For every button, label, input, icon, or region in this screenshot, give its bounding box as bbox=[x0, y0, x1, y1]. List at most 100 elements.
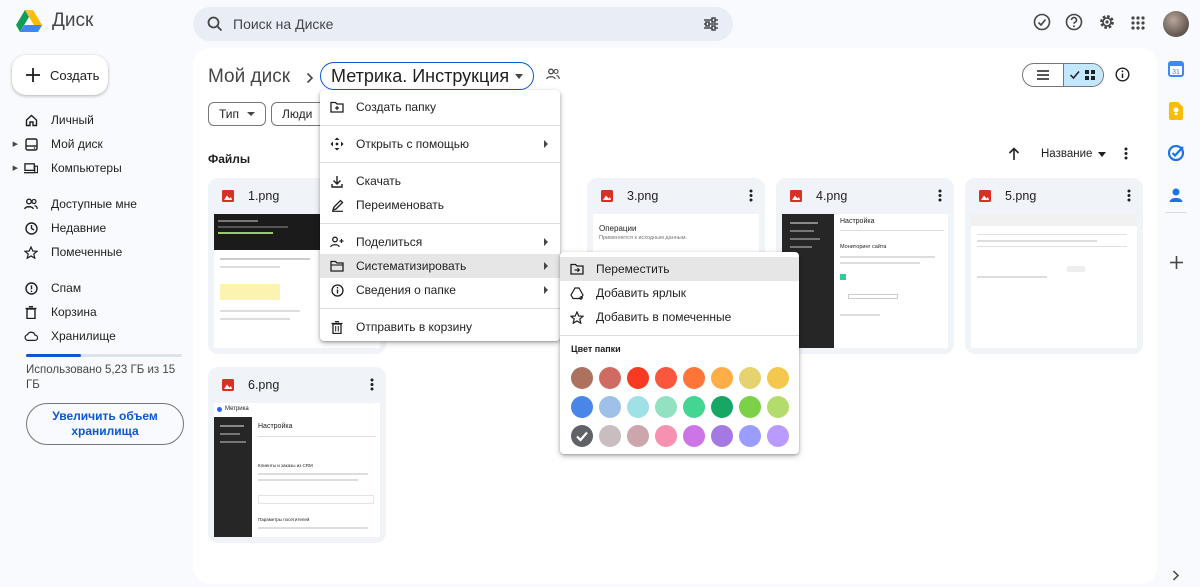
folder-color-swatch[interactable] bbox=[571, 425, 593, 447]
menu-divider bbox=[320, 223, 560, 224]
contacts-addon-icon[interactable] bbox=[1165, 184, 1187, 206]
folder-color-swatch[interactable] bbox=[683, 367, 705, 389]
menu-item-label: Сведения о папке bbox=[356, 283, 456, 297]
folder-color-swatch[interactable] bbox=[599, 425, 621, 447]
folder-color-swatch[interactable] bbox=[683, 396, 705, 418]
sidebar-item-starred[interactable]: Помеченные bbox=[0, 240, 192, 264]
view-toggle[interactable] bbox=[1022, 63, 1104, 87]
folder-color-swatch[interactable] bbox=[767, 367, 789, 389]
apps-grid-icon[interactable] bbox=[1131, 16, 1145, 30]
folder-color-swatch[interactable] bbox=[767, 425, 789, 447]
chevron-down-icon bbox=[1098, 151, 1107, 157]
folder-color-swatch[interactable] bbox=[739, 396, 761, 418]
sidebar-item-recent[interactable]: Недавние bbox=[0, 216, 192, 240]
sidebar-item-storage[interactable]: Хранилище bbox=[0, 324, 192, 348]
menu-item-label: Добавить в помеченные bbox=[596, 310, 732, 324]
list-view-button[interactable] bbox=[1023, 64, 1063, 86]
file-thumbnail: Метрика Настройка Клиенты и заказы из CR… bbox=[214, 403, 380, 537]
search-bar[interactable] bbox=[193, 7, 733, 41]
sidebar-item-shared[interactable]: Доступные мне bbox=[0, 192, 192, 216]
sort-label: Название bbox=[1041, 148, 1093, 160]
menu-item-move[interactable]: Переместить bbox=[560, 257, 799, 281]
upgrade-storage-button[interactable]: Увеличить объем хранилища bbox=[26, 403, 184, 445]
sidebar-item-computers[interactable]: ▶ Компьютеры bbox=[0, 156, 192, 180]
offline-ready-icon[interactable] bbox=[1033, 13, 1051, 31]
sidebar-item-label: Недавние bbox=[51, 221, 107, 235]
menu-item-add-shortcut[interactable]: Добавить ярлык bbox=[560, 281, 799, 305]
menu-item-open-with[interactable]: Открыть с помощью bbox=[320, 132, 560, 156]
folder-color-swatch[interactable] bbox=[627, 396, 649, 418]
menu-item-share[interactable]: Поделиться bbox=[320, 230, 560, 254]
folder-color-swatch[interactable] bbox=[711, 396, 733, 418]
grid-view-button[interactable] bbox=[1062, 64, 1103, 86]
menu-item-organize[interactable]: Систематизировать bbox=[320, 254, 560, 278]
folder-color-swatch[interactable] bbox=[655, 367, 677, 389]
file-card[interactable]: 4.png Настройка Мониторинг сайта bbox=[776, 178, 954, 354]
menu-item-add-to-starred[interactable]: Добавить в помеченные bbox=[560, 305, 799, 329]
menu-divider bbox=[320, 162, 560, 163]
more-options-icon[interactable] bbox=[749, 189, 753, 202]
menu-item-label: Систематизировать bbox=[356, 259, 467, 273]
expand-caret-icon[interactable]: ▶ bbox=[0, 164, 20, 172]
menu-item-move-to-trash[interactable]: Отправить в корзину bbox=[320, 315, 560, 339]
expand-caret-icon[interactable]: ▶ bbox=[0, 140, 20, 148]
drive-logo-icon bbox=[16, 10, 42, 32]
menu-item-folder-info[interactable]: Сведения о папке bbox=[320, 278, 560, 302]
folder-color-swatch[interactable] bbox=[655, 425, 677, 447]
folder-color-swatch[interactable] bbox=[767, 396, 789, 418]
drive-logo[interactable]: Диск bbox=[16, 10, 93, 32]
computer-icon bbox=[24, 162, 38, 175]
settings-gear-icon[interactable] bbox=[1098, 13, 1116, 31]
folder-color-swatch[interactable] bbox=[655, 396, 677, 418]
new-button[interactable]: Создать bbox=[12, 55, 108, 95]
folder-color-swatch[interactable] bbox=[571, 396, 593, 418]
help-icon[interactable] bbox=[1065, 13, 1083, 31]
sort-by-name-button[interactable]: Название bbox=[1041, 148, 1107, 160]
file-name: 1.png bbox=[248, 189, 280, 203]
more-options-icon[interactable] bbox=[1124, 147, 1128, 160]
sidebar-item-spam[interactable]: Спам bbox=[0, 276, 192, 300]
filter-type-chip[interactable]: Тип bbox=[208, 102, 267, 126]
folder-color-swatch[interactable] bbox=[599, 367, 621, 389]
sort-direction-arrow-icon[interactable] bbox=[1008, 147, 1020, 160]
keep-addon-icon[interactable] bbox=[1165, 100, 1187, 122]
menu-item-rename[interactable]: Переименовать bbox=[320, 193, 560, 217]
more-options-icon[interactable] bbox=[1127, 189, 1131, 202]
folder-color-swatch[interactable] bbox=[627, 425, 649, 447]
folder-color-swatch[interactable] bbox=[683, 425, 705, 447]
folder-color-swatch[interactable] bbox=[627, 367, 649, 389]
folder-color-swatch[interactable] bbox=[739, 425, 761, 447]
file-card[interactable]: 5.png bbox=[965, 178, 1143, 354]
search-options-icon[interactable] bbox=[703, 16, 719, 32]
shared-folder-icon[interactable] bbox=[546, 68, 560, 80]
folder-color-swatch[interactable] bbox=[711, 367, 733, 389]
sidebar-item-my-drive[interactable]: ▶ Мой диск bbox=[0, 132, 192, 156]
file-name: 5.png bbox=[1005, 189, 1037, 203]
folder-color-swatch[interactable] bbox=[711, 425, 733, 447]
file-card[interactable]: 6.png Метрика Настройка Клиенты и заказы… bbox=[208, 367, 386, 543]
thumbnail-subtext: Клиенты и заказы из CRM bbox=[258, 463, 313, 468]
expand-panel-chevron-icon[interactable] bbox=[1165, 564, 1187, 586]
folder-color-swatch[interactable] bbox=[599, 396, 621, 418]
folder-color-swatch[interactable] bbox=[739, 367, 761, 389]
more-options-icon[interactable] bbox=[370, 378, 374, 391]
sidebar-item-label: Доступные мне bbox=[51, 197, 137, 211]
star-icon bbox=[24, 245, 38, 259]
menu-item-new-folder[interactable]: Создать папку bbox=[320, 95, 560, 119]
details-info-icon[interactable] bbox=[1115, 67, 1130, 82]
sidebar-item-trash[interactable]: Корзина bbox=[0, 300, 192, 324]
breadcrumb-my-drive[interactable]: Мой диск bbox=[208, 66, 290, 88]
folder-color-swatch[interactable] bbox=[571, 367, 593, 389]
search-icon[interactable] bbox=[207, 16, 223, 32]
tasks-addon-icon[interactable] bbox=[1165, 142, 1187, 164]
calendar-addon-icon[interactable]: 31 bbox=[1165, 58, 1187, 80]
sidebar-item-label: Помеченные bbox=[51, 245, 123, 259]
breadcrumb-current-folder[interactable]: Метрика. Инструкция bbox=[320, 62, 535, 90]
sidebar-item-personal[interactable]: Личный bbox=[0, 108, 192, 132]
account-avatar[interactable] bbox=[1163, 11, 1189, 37]
search-input[interactable] bbox=[233, 7, 663, 41]
menu-item-label: Переместить bbox=[596, 262, 670, 276]
add-addon-plus-icon[interactable] bbox=[1165, 251, 1187, 273]
more-options-icon[interactable] bbox=[938, 189, 942, 202]
menu-item-download[interactable]: Скачать bbox=[320, 169, 560, 193]
